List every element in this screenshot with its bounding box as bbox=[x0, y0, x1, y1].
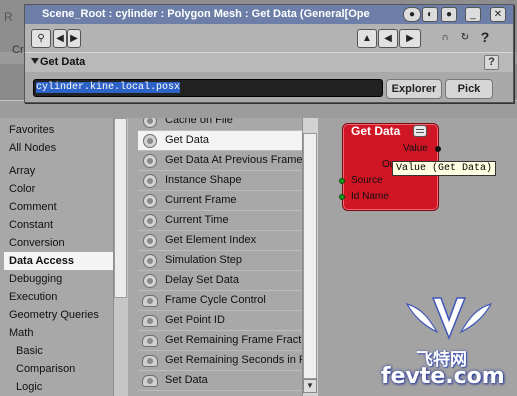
node-list-item-label: Frame Cycle Control bbox=[165, 294, 266, 306]
node-list-item[interactable]: Current Frame bbox=[138, 191, 302, 211]
section-header[interactable] bbox=[25, 52, 513, 72]
category-item[interactable]: Constant bbox=[9, 216, 53, 234]
node-list-item[interactable]: Get Remaining Frame Fractio bbox=[138, 331, 302, 351]
refresh-icon[interactable]: ↻ bbox=[457, 29, 473, 48]
category-item[interactable]: Conversion bbox=[9, 234, 65, 252]
minimize-icon[interactable]: _ bbox=[465, 7, 481, 22]
category-item[interactable]: Logic bbox=[16, 378, 42, 396]
watermark-text-en: fevte.com bbox=[381, 364, 505, 389]
category-item[interactable]: Color bbox=[9, 180, 35, 198]
node-list-item-label: Get Data At Previous Frame bbox=[165, 154, 302, 166]
input-port-idname[interactable] bbox=[339, 194, 345, 200]
window-title: Scene_Root : cylinder : Polygon Mesh : G… bbox=[42, 8, 370, 20]
node-list-item[interactable]: Simulation Step bbox=[138, 251, 302, 271]
background-app-title: R bbox=[4, 10, 13, 24]
node-list-item[interactable]: Frame Cycle Control bbox=[138, 291, 302, 311]
cloud-icon bbox=[142, 355, 158, 367]
gear-icon bbox=[143, 174, 157, 188]
node-list-item-label: Delay Set Data bbox=[165, 274, 239, 286]
node-list-item-label: Get Point ID bbox=[165, 314, 225, 326]
category-item[interactable]: All Nodes bbox=[9, 139, 56, 157]
watermark-logo bbox=[405, 297, 493, 341]
port-label-idname: Id Name bbox=[351, 191, 389, 202]
eye-icon[interactable]: ● bbox=[403, 7, 421, 22]
node-list-scroll-thumb[interactable] bbox=[303, 133, 317, 379]
section-help-button[interactable]: ? bbox=[484, 55, 499, 70]
node-list-item-label: Get Remaining Frame Fractio bbox=[165, 334, 302, 346]
expression-input-text: cylinder.kine.local.posx bbox=[36, 82, 181, 93]
node-list-item[interactable]: Get Point ID bbox=[138, 311, 302, 331]
node-list-item[interactable]: Instance Shape bbox=[138, 171, 302, 191]
node-list-item[interactable]: Set Data bbox=[138, 371, 302, 391]
visibility-icon[interactable]: ◐ bbox=[422, 7, 438, 22]
magnet-icon[interactable]: ∩ bbox=[437, 29, 453, 48]
gear-icon bbox=[143, 118, 157, 128]
node-list-item[interactable]: Get Element Index bbox=[138, 231, 302, 251]
node-list-item-label: Instance Shape bbox=[165, 174, 242, 186]
section-title: Get Data bbox=[40, 56, 86, 68]
gear-icon bbox=[143, 194, 157, 208]
node-list-item[interactable]: Get Data At Previous Frame bbox=[138, 151, 302, 171]
node-list-item-label: Set Data bbox=[165, 374, 208, 386]
node-list-item-label: Simulation Step bbox=[165, 254, 243, 266]
category-item[interactable]: Math bbox=[9, 324, 33, 342]
gear-icon bbox=[143, 154, 157, 168]
background-tab-label: Cr bbox=[12, 44, 24, 56]
cloud-icon bbox=[142, 375, 158, 387]
category-item[interactable]: Debugging bbox=[9, 270, 62, 288]
nav-prev-button[interactable]: ◀ bbox=[53, 29, 67, 48]
expression-input[interactable]: cylinder.kine.local.posx bbox=[33, 79, 383, 97]
gear-icon bbox=[143, 214, 157, 228]
arrow-up-icon[interactable]: ▲ bbox=[357, 29, 377, 48]
scroll-down-arrow-icon[interactable]: ▼ bbox=[303, 379, 317, 393]
arrow-right-icon[interactable]: ▶ bbox=[399, 29, 421, 48]
category-item[interactable]: Geometry Queries bbox=[9, 306, 99, 324]
close-icon[interactable]: ✕ bbox=[490, 7, 506, 22]
node-list-item-label: Get Element Index bbox=[165, 234, 257, 246]
key-icon[interactable]: ⚲ bbox=[31, 29, 51, 48]
node-list-item[interactable]: Get Data bbox=[138, 131, 302, 151]
explorer-button[interactable]: Explorer bbox=[386, 79, 442, 99]
category-item[interactable]: Comment bbox=[9, 198, 57, 216]
category-item[interactable]: Array bbox=[9, 162, 35, 180]
category-item[interactable]: Data Access bbox=[4, 252, 113, 270]
node-list-item-label: Get Remaining Seconds in Fra bbox=[165, 354, 302, 366]
category-scroll-thumb[interactable] bbox=[114, 118, 127, 298]
graph-node-title: Get Data bbox=[351, 124, 401, 138]
cloud-icon bbox=[142, 295, 158, 307]
node-list-panel: Cache on File Get Data Get Data At Previou… bbox=[130, 118, 302, 396]
cloud-icon bbox=[142, 335, 158, 347]
node-list-item-label: Current Time bbox=[165, 214, 229, 226]
toolbar-help-button[interactable]: ? bbox=[477, 29, 493, 48]
category-item[interactable]: Favorites bbox=[9, 121, 54, 139]
node-list-item[interactable]: Delay Set Data bbox=[138, 271, 302, 291]
port-label-value: Value bbox=[403, 143, 428, 154]
node-list-item[interactable]: Current Time bbox=[138, 211, 302, 231]
gear-icon bbox=[143, 254, 157, 268]
gear-icon bbox=[143, 234, 157, 248]
node-list-item-label: Get Data bbox=[165, 134, 210, 146]
node-list-item[interactable]: Get Remaining Seconds in Fra bbox=[138, 351, 302, 371]
cloud-icon bbox=[142, 315, 158, 327]
nav-next-button[interactable]: ▶ bbox=[67, 29, 81, 48]
collapse-arrow-icon[interactable] bbox=[31, 58, 39, 64]
port-label-source: Source bbox=[351, 175, 383, 186]
gear-icon bbox=[143, 274, 157, 288]
category-item[interactable]: Comparison bbox=[16, 360, 75, 378]
category-item[interactable]: Basic bbox=[16, 342, 43, 360]
output-port-value[interactable] bbox=[435, 146, 441, 152]
node-list-item-label: Cache on File bbox=[165, 118, 233, 126]
pick-button[interactable]: Pick bbox=[445, 79, 493, 99]
input-port-source[interactable] bbox=[339, 178, 345, 184]
arrow-left-icon[interactable]: ◀ bbox=[378, 29, 398, 48]
category-item[interactable]: Execution bbox=[9, 288, 57, 306]
lock-icon[interactable]: ● bbox=[441, 7, 457, 22]
gear-icon bbox=[143, 134, 157, 148]
port-tooltip: Value (Get Data) bbox=[392, 161, 497, 176]
node-menu-icon[interactable] bbox=[413, 125, 427, 137]
node-list-item[interactable]: Cache on File bbox=[138, 118, 302, 131]
node-list-item-label: Current Frame bbox=[165, 194, 237, 206]
